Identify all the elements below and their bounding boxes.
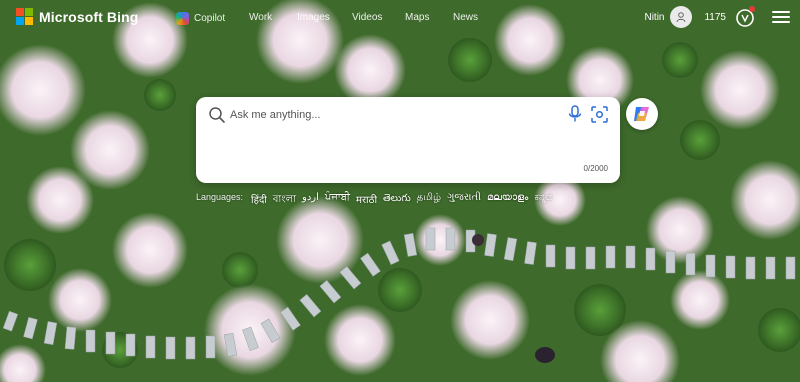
language-link[interactable]: ਪੰਜਾਬੀ: [325, 192, 350, 209]
bing-logo[interactable]: Microsoft Bing: [16, 8, 138, 25]
language-link[interactable]: हिंदी: [251, 192, 267, 209]
user-avatar-icon[interactable]: [670, 6, 693, 28]
nav-maps[interactable]: Maps: [405, 12, 429, 23]
nav-news[interactable]: News: [453, 12, 478, 23]
language-link[interactable]: ગુજરાતી: [447, 192, 481, 209]
nav-copilot[interactable]: Copilot: [176, 12, 225, 25]
logo-text: Microsoft Bing: [39, 8, 139, 25]
language-link[interactable]: اردو: [302, 192, 319, 209]
user-name[interactable]: Nitin: [644, 12, 664, 23]
background-image: [0, 0, 800, 382]
search-box: 0/2000: [196, 97, 620, 183]
language-link[interactable]: বাংলা: [273, 192, 296, 209]
search-icon: [209, 107, 225, 123]
language-link[interactable]: తెలుగు: [383, 192, 411, 209]
languages-label: Languages:: [196, 192, 244, 202]
copilot-icon: [176, 12, 189, 25]
copilot-icon: [634, 107, 649, 121]
rewards-medal-icon[interactable]: [734, 6, 756, 28]
nav-work[interactable]: Work: [249, 12, 272, 23]
search-input[interactable]: [230, 106, 550, 124]
language-link[interactable]: मराठी: [356, 192, 377, 209]
hamburger-menu-icon[interactable]: [772, 11, 790, 23]
microphone-icon[interactable]: [567, 105, 583, 123]
language-link[interactable]: தமிழ்: [417, 192, 441, 209]
language-links: Languages: हिंदी বাংলা اردو ਪੰਜਾਬੀ मराठी…: [196, 192, 552, 209]
reward-points[interactable]: 1175: [704, 12, 726, 23]
nav-images[interactable]: Images: [297, 12, 330, 23]
nav-videos[interactable]: Videos: [352, 12, 382, 23]
cherry-blossom-scene: [0, 0, 800, 382]
copilot-button[interactable]: [626, 98, 658, 130]
visual-search-icon[interactable]: [591, 106, 608, 123]
character-count: 0/2000: [583, 164, 608, 173]
header-account-area: Nitin 1175: [644, 5, 790, 29]
nav-copilot-label: Copilot: [194, 13, 226, 24]
notification-dot: [749, 6, 755, 12]
microsoft-logo-icon: [16, 8, 33, 25]
language-link[interactable]: മലയാളം: [487, 192, 528, 209]
top-header: Microsoft Bing Copilot Work Images Video…: [0, 0, 800, 36]
language-link[interactable]: ಕನ್ನಡ: [534, 192, 552, 209]
